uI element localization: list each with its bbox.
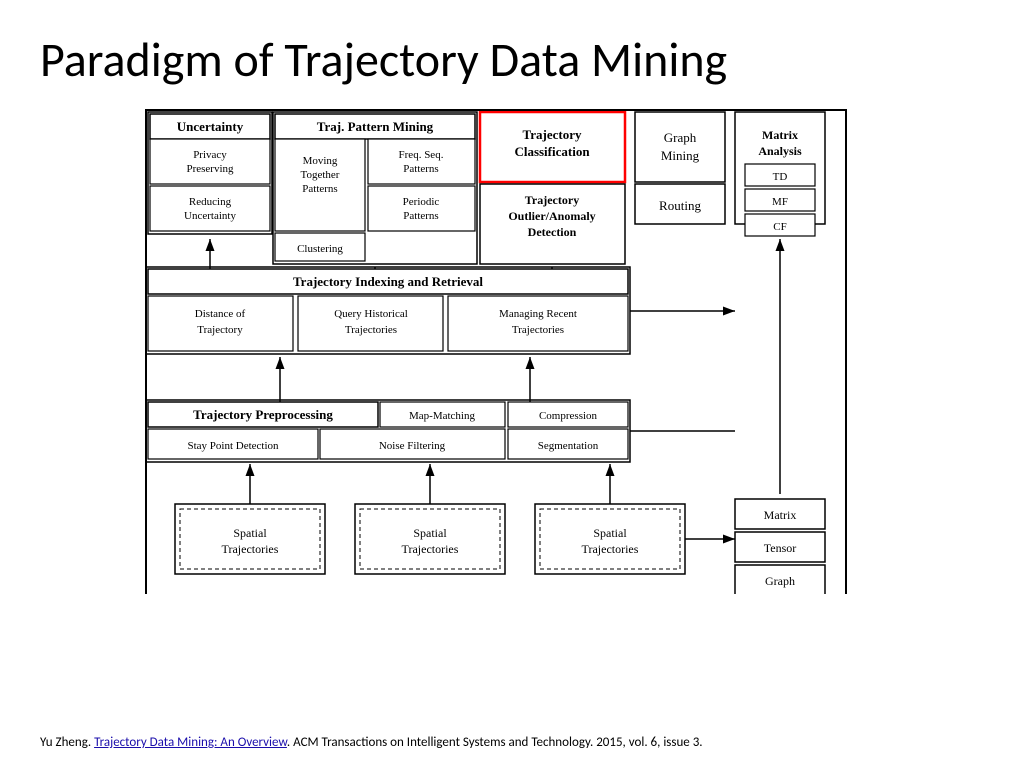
page-title: Paradigm of Trajectory Data Mining [0, 0, 1024, 99]
svg-text:Moving: Moving [303, 155, 338, 167]
svg-text:Reducing: Reducing [189, 196, 232, 208]
svg-text:Mining: Mining [661, 148, 700, 163]
svg-text:Compression: Compression [539, 410, 598, 422]
footer-prefix: Yu Zheng. [40, 735, 94, 750]
diagram-svg: Uncertainty Privacy Preserving Reducing … [120, 104, 870, 594]
svg-text:Trajectories: Trajectories [512, 324, 564, 336]
svg-text:Trajectories: Trajectories [222, 542, 279, 556]
svg-text:Periodic: Periodic [403, 196, 440, 208]
svg-text:Analysis: Analysis [758, 144, 802, 158]
svg-text:Trajectory Indexing and Retrie: Trajectory Indexing and Retrieval [293, 274, 483, 289]
svg-text:Graph: Graph [664, 130, 697, 145]
svg-text:Privacy: Privacy [193, 149, 227, 161]
svg-text:Traj. Pattern Mining: Traj. Pattern Mining [317, 119, 434, 134]
svg-text:Outlier/Anomaly: Outlier/Anomaly [508, 209, 595, 223]
svg-text:Clustering: Clustering [297, 243, 343, 255]
footer-suffix: . ACM Transactions on Intelligent System… [287, 735, 703, 750]
svg-text:Detection: Detection [528, 225, 577, 239]
svg-text:Freq. Seq.: Freq. Seq. [399, 149, 444, 161]
svg-text:Routing: Routing [659, 198, 701, 213]
svg-text:Spatial: Spatial [413, 526, 447, 540]
svg-text:Trajectories: Trajectories [402, 542, 459, 556]
svg-text:TD: TD [773, 171, 788, 183]
svg-text:Trajectory Preprocessing: Trajectory Preprocessing [193, 407, 333, 422]
svg-text:Spatial: Spatial [233, 526, 267, 540]
footer-link[interactable]: Trajectory Data Mining: An Overview [94, 735, 287, 750]
svg-text:Noise Filtering: Noise Filtering [379, 440, 446, 452]
svg-text:Preserving: Preserving [186, 163, 234, 175]
footer: Yu Zheng. Trajectory Data Mining: An Ove… [40, 735, 703, 750]
svg-text:Query Historical: Query Historical [334, 308, 408, 320]
svg-text:Managing Recent: Managing Recent [499, 308, 577, 320]
svg-text:Segmentation: Segmentation [538, 440, 599, 452]
diagram-container: Uncertainty Privacy Preserving Reducing … [120, 104, 870, 594]
svg-text:Matrix: Matrix [764, 508, 797, 522]
svg-text:Tensor: Tensor [764, 541, 796, 555]
svg-text:Uncertainty: Uncertainty [184, 210, 236, 222]
svg-text:Uncertainty: Uncertainty [177, 119, 244, 134]
svg-text:Stay Point Detection: Stay Point Detection [187, 440, 279, 452]
svg-text:Patterns: Patterns [403, 210, 438, 222]
svg-text:MF: MF [772, 196, 788, 208]
svg-text:Trajectory: Trajectory [525, 193, 579, 207]
svg-text:Patterns: Patterns [403, 163, 438, 175]
svg-text:Patterns: Patterns [302, 183, 337, 195]
svg-text:Trajectories: Trajectories [582, 542, 639, 556]
svg-text:Spatial: Spatial [593, 526, 627, 540]
svg-text:Together: Together [301, 169, 340, 181]
svg-text:Trajectory: Trajectory [197, 324, 243, 336]
svg-text:Distance of: Distance of [195, 308, 246, 320]
svg-text:Trajectories: Trajectories [345, 324, 397, 336]
svg-text:Graph: Graph [765, 574, 795, 588]
svg-text:Classification: Classification [514, 144, 590, 159]
svg-text:Matrix: Matrix [762, 128, 798, 142]
svg-text:Map-Matching: Map-Matching [409, 410, 475, 422]
svg-text:Trajectory: Trajectory [523, 127, 582, 142]
svg-text:CF: CF [773, 221, 786, 233]
